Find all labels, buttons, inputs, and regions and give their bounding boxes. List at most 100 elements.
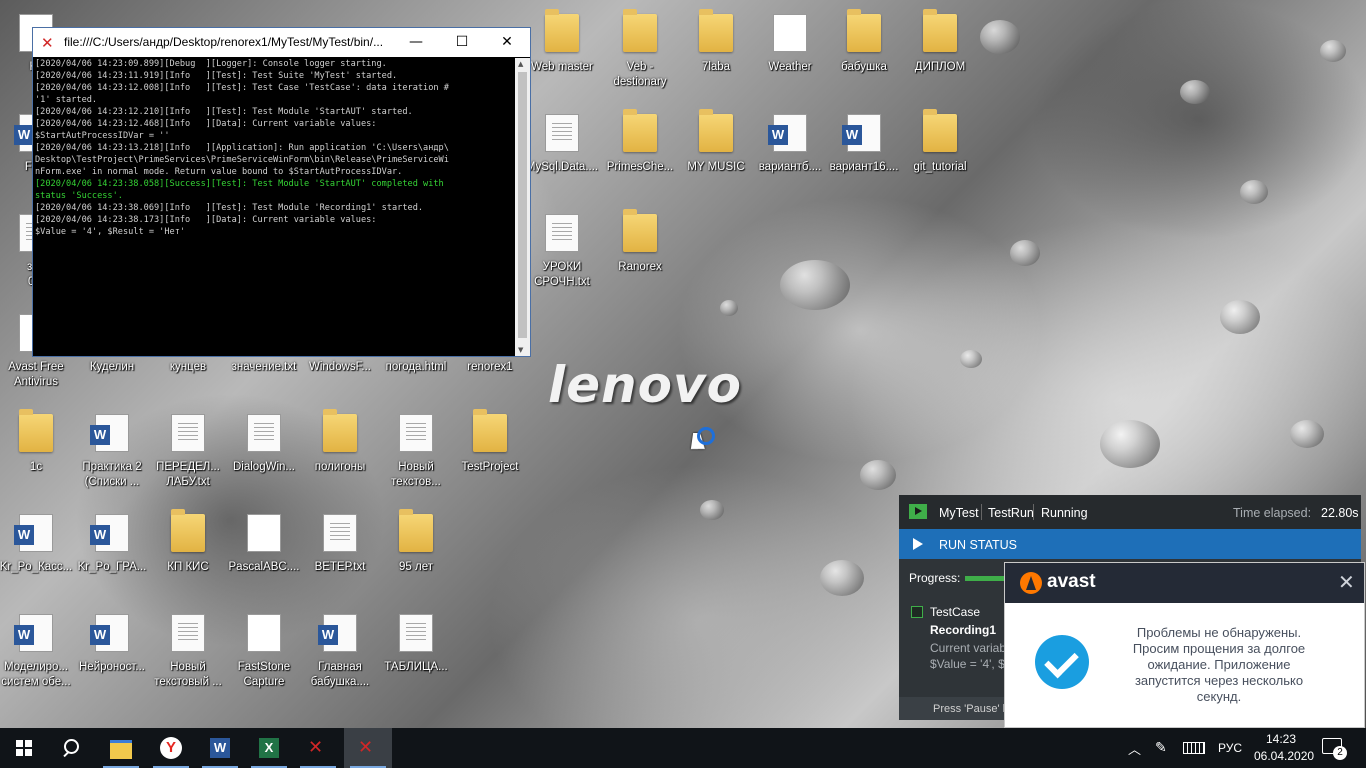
desktop-icon[interactable]: Нейроност... <box>70 614 154 710</box>
scroll-down-icon[interactable]: ▼ <box>518 346 523 354</box>
word-icon <box>768 114 807 152</box>
console-window[interactable]: ✕ file:///C:/Users/андр/Desktop/renorex1… <box>32 27 531 357</box>
word-icon <box>90 414 129 452</box>
folder-icon <box>699 9 733 52</box>
show-hidden-icons-icon[interactable]: ︿ <box>1128 739 1141 758</box>
desktop-icon[interactable]: git_tutorial <box>898 109 982 210</box>
desktop-icon-label: значение.txt <box>231 361 297 373</box>
desktop-icon[interactable]: КП КИС <box>146 509 230 610</box>
run-status-toggle[interactable]: RUN STATUS <box>899 529 1361 559</box>
desktop-icon[interactable]: бабушка <box>822 9 906 110</box>
desktop-icon[interactable]: PrimesChe... <box>598 109 682 210</box>
desktop-icon[interactable]: Ranorex <box>598 209 682 310</box>
word-button[interactable]: W <box>196 728 244 768</box>
close-button[interactable]: ✕ <box>484 28 530 57</box>
test-vars-label: Current variab <box>930 641 1007 655</box>
excel-button[interactable]: X <box>245 728 293 768</box>
desktop-icon[interactable]: PascalABC.... <box>222 514 306 610</box>
desktop-icon[interactable]: Veb - destionary <box>598 9 682 110</box>
desktop-icon[interactable]: Web master <box>520 9 604 110</box>
desktop-icon[interactable]: 1c <box>0 409 78 510</box>
desktop-icon[interactable]: ВЕТЕР.txt <box>298 514 382 610</box>
desktop-icon[interactable]: Практика 2 (Списки ... <box>70 414 154 510</box>
console-scrollbar[interactable]: ▲ ▼ <box>515 58 530 356</box>
search-button[interactable] <box>48 728 96 768</box>
console-log-line: $StartAutProcessIDVar = '' <box>35 131 170 141</box>
avast-notification[interactable]: avast ✕ Проблемы не обнаружены. Просим п… <box>1004 562 1365 728</box>
desktop-icon-label: MY MUSIC <box>687 161 745 173</box>
folder-icon <box>847 9 881 52</box>
desktop-icon[interactable]: Kr_Po_Касс... <box>0 514 78 610</box>
avast-close-button[interactable]: ✕ <box>1338 570 1355 595</box>
desktop-icon-label: PrimesChe... <box>606 161 674 173</box>
windows-logo-icon <box>16 740 32 756</box>
desktop-icon[interactable]: вариант16.... <box>822 114 906 210</box>
desktop-icon-label: Web master <box>531 61 593 73</box>
desktop-icon[interactable]: DialogWin... <box>222 414 306 510</box>
desktop-icon[interactable]: Моделиро... систем обе... <box>0 614 78 710</box>
clock-time[interactable]: 14:23 <box>1266 732 1296 746</box>
app-icon <box>773 14 807 52</box>
scroll-up-icon[interactable]: ▲ <box>518 60 523 68</box>
desktop-icon-label: Нейроност... <box>79 661 145 673</box>
console-titlebar[interactable]: ✕ file:///C:/Users/андр/Desktop/renorex1… <box>33 28 530 57</box>
desktop-icon[interactable]: ТАБЛИЦА... <box>374 614 458 710</box>
desktop-icon[interactable]: 95 лет <box>374 509 458 610</box>
console-output[interactable]: [2020/04/06 14:23:09.899][Debug ][Logger… <box>35 58 513 356</box>
pen-icon[interactable]: ✎ <box>1155 739 1167 756</box>
folder-icon <box>399 509 433 552</box>
desktop-icon-label: УРОКИ СРОЧН.txt <box>534 261 590 288</box>
start-button[interactable] <box>0 728 48 768</box>
test-item-type: TestCase <box>930 605 981 619</box>
doc-icon <box>399 414 433 452</box>
console-log-line: Desktop\TestProject\PrimeServices\PrimeS… <box>35 155 449 165</box>
desktop-icon[interactable]: FastStone Capture <box>222 614 306 710</box>
yandex-browser-button[interactable]: Y <box>147 728 195 768</box>
desktop-icon[interactable]: ДИПЛОМ <box>898 9 982 110</box>
desktop-icon[interactable]: вариантб.... <box>748 114 832 210</box>
desktop-icon-label: FastStone Capture <box>237 661 291 688</box>
desktop-icon-label: 7laba <box>701 61 731 73</box>
folder-icon <box>171 509 205 552</box>
language-indicator[interactable]: РУС <box>1218 741 1242 755</box>
keyboard-icon[interactable] <box>1183 742 1205 754</box>
notifications-count: 2 <box>1333 746 1347 760</box>
console-log-line: [2020/04/06 14:23:11.919][Info ][Test]: … <box>35 71 398 81</box>
desktop-icon[interactable]: Kr_Po_ГРА... <box>70 514 154 610</box>
minimize-button[interactable]: — <box>393 28 439 57</box>
desktop-icon[interactable]: MY MUSIC <box>674 109 758 210</box>
desktop-icon[interactable]: TestProject <box>448 409 532 510</box>
ranorex-icon: ✕ <box>308 737 324 758</box>
ranorex-flag-icon <box>909 504 927 519</box>
ranorex-header: MyTest TestRun Running Time elapsed: 22.… <box>899 495 1361 529</box>
clock-date[interactable]: 06.04.2020 <box>1254 749 1314 763</box>
desktop-icon[interactable]: полигоны <box>298 409 382 510</box>
desktop-icon[interactable]: Новый текстовый ... <box>146 614 230 710</box>
desktop-icon-label: бабушка <box>841 61 887 73</box>
desktop-icon[interactable]: MySql.Data.... <box>520 114 604 210</box>
desktop-icon[interactable]: 7laba <box>674 9 758 110</box>
desktop-icon-label: КП КИС <box>167 561 209 573</box>
success-check-icon <box>1035 635 1089 689</box>
desktop-icon-label: ПЕРЕДЕЛ... ЛАБУ.txt <box>156 461 220 488</box>
desktop-icon[interactable]: Weather <box>748 14 832 110</box>
scroll-thumb[interactable] <box>518 72 527 338</box>
doc-icon <box>545 114 579 152</box>
maximize-button[interactable]: ☐ <box>439 28 485 57</box>
console-log-line: [2020/04/06 14:23:12.210][Info ][Test]: … <box>35 107 413 117</box>
file-explorer-button[interactable] <box>97 728 145 768</box>
avast-message: Проблемы не обнаружены. Просим прощения … <box>1132 625 1306 704</box>
desktop-icon-label: 1c <box>29 461 43 473</box>
desktop-icon[interactable]: ПЕРЕДЕЛ... ЛАБУ.txt <box>146 414 230 510</box>
desktop-icon[interactable]: Главная бабушка.... <box>298 614 382 710</box>
folder-icon <box>623 209 657 252</box>
folder-icon <box>623 109 657 152</box>
ranorex-runner-button[interactable]: ✕ <box>344 728 392 768</box>
ranorex-button[interactable]: ✕ <box>294 728 342 768</box>
desktop-icon-label: кунцев <box>169 361 207 373</box>
desktop-icon-label: ВЕТЕР.txt <box>314 561 366 573</box>
desktop-icon[interactable]: Новый текстов... <box>374 414 458 510</box>
desktop-icon[interactable]: УРОКИ СРОЧН.txt <box>520 214 604 310</box>
run-status-label: RUN STATUS <box>939 538 1018 552</box>
folder-icon <box>923 109 957 152</box>
